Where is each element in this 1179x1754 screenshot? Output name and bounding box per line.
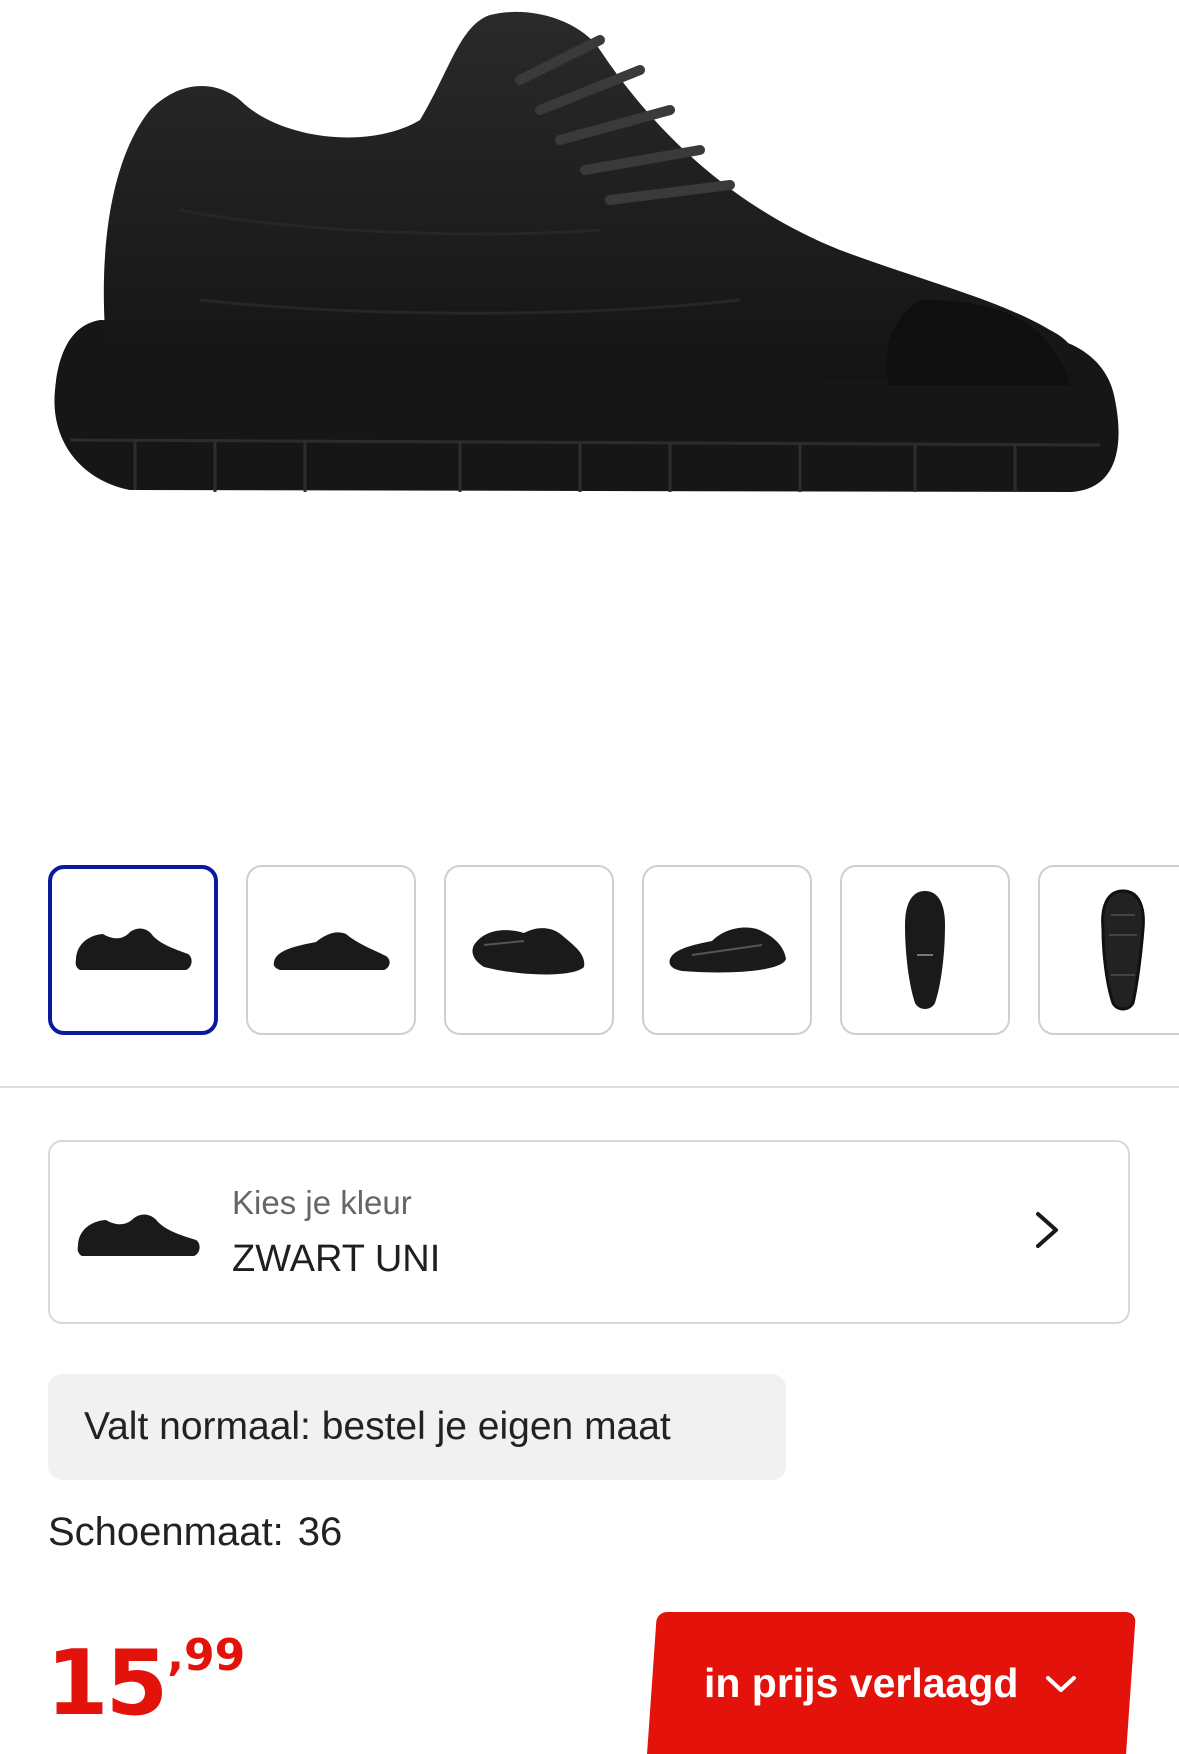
sneaker-side-image xyxy=(54,11,1119,492)
sneaker-angle-thumb xyxy=(669,927,786,973)
price: 15,99 xyxy=(46,1630,245,1736)
sneaker-top-thumb xyxy=(905,891,945,1009)
sneaker-angle-thumb xyxy=(472,928,585,975)
size-label: Schoenmaat: xyxy=(48,1510,284,1554)
size-row[interactable]: Schoenmaat: 36 xyxy=(48,1510,342,1555)
thumbnail-4[interactable] xyxy=(642,865,812,1035)
thumbnail-1[interactable] xyxy=(48,865,218,1035)
sneaker-side-thumb xyxy=(75,928,192,970)
sneaker-side-thumb xyxy=(273,932,390,970)
color-swatch-image xyxy=(77,1214,200,1256)
section-divider xyxy=(0,1086,1179,1088)
size-value: 36 xyxy=(297,1510,343,1554)
thumbnail-strip xyxy=(0,865,1179,1045)
product-image[interactable] xyxy=(0,0,1179,820)
cta-label: in prijs verlaagd xyxy=(704,1659,1019,1706)
thumbnail-2[interactable] xyxy=(246,865,416,1035)
thumbnail-5[interactable] xyxy=(840,865,1010,1035)
price-integer: 15 xyxy=(46,1631,168,1736)
price-decimal: ,99 xyxy=(167,1630,246,1681)
price-reduced-button[interactable]: in prijs verlaagd xyxy=(647,1612,1136,1754)
chevron-down-icon xyxy=(1046,1675,1077,1691)
fit-note: Valt normaal: bestel je eigen maat xyxy=(48,1374,786,1480)
thumbnail-6[interactable] xyxy=(1038,865,1179,1035)
color-selector[interactable]: Kies je kleur ZWART UNI xyxy=(48,1140,1130,1324)
color-value: ZWART UNI xyxy=(232,1238,441,1280)
sneaker-sole-thumb xyxy=(1101,889,1145,1011)
thumbnail-3[interactable] xyxy=(444,865,614,1035)
color-label: Kies je kleur xyxy=(232,1184,412,1221)
chevron-right-icon xyxy=(1036,1212,1058,1248)
